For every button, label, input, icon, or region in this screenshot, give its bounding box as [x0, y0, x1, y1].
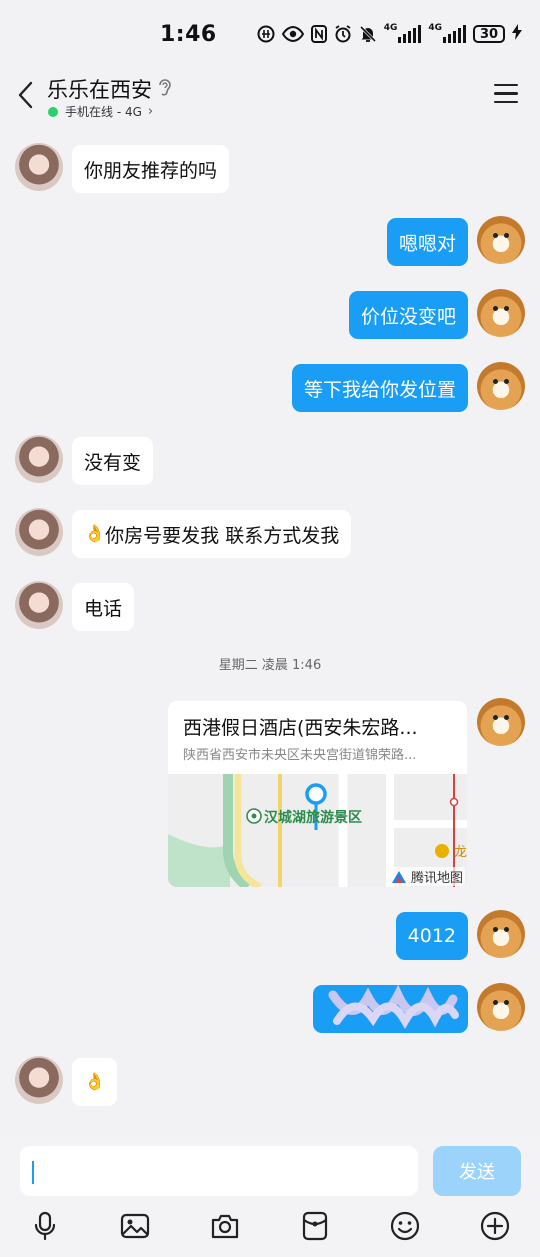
- message-bubble[interactable]: 4012: [395, 912, 468, 960]
- message-bubble[interactable]: 等下我给你发位置: [291, 364, 468, 412]
- chat-screen: 1:46 4G 4G 30 乐乐在西安 手机在线 - 4G › 你朋友推荐的吗 …: [0, 0, 540, 1257]
- battery-icon: 30: [473, 25, 505, 43]
- contact-avatar[interactable]: [15, 1056, 63, 1104]
- redacted-message-bubble[interactable]: [313, 985, 468, 1033]
- message-text: 价位没变吧: [360, 305, 456, 328]
- my-avatar[interactable]: [477, 983, 525, 1031]
- tencent-map-logo-icon: [391, 871, 411, 886]
- cellular-signal-2-icon: 4G: [428, 24, 466, 43]
- emoji-icon: [390, 1211, 420, 1241]
- message-text: 等下我给你发位置: [303, 378, 456, 401]
- camera-icon: [211, 1214, 239, 1239]
- chevron-right-icon: ›: [147, 104, 154, 119]
- status-time: 1:46: [160, 22, 217, 47]
- microphone-icon: [34, 1211, 56, 1241]
- message-text: 你朋友推荐的吗: [84, 159, 218, 182]
- map-provider-label: 腾讯地图: [388, 867, 465, 886]
- image-icon: [120, 1213, 150, 1239]
- message-bubble[interactable]: 你朋友推荐的吗: [72, 145, 230, 193]
- chat-header: 乐乐在西安 手机在线 - 4G ›: [0, 70, 540, 126]
- photo-button[interactable]: [119, 1210, 151, 1242]
- emoji-button[interactable]: [389, 1210, 421, 1242]
- nfc-icon: [310, 25, 327, 43]
- text-caret: [32, 1161, 34, 1184]
- contact-avatar[interactable]: [15, 508, 63, 556]
- more-button[interactable]: [479, 1210, 511, 1242]
- message-bubble[interactable]: 嗯嗯对: [386, 218, 468, 266]
- map-poi-label: 汉城湖旅游景区: [264, 810, 362, 826]
- charging-icon: [512, 24, 522, 44]
- my-avatar[interactable]: [477, 910, 525, 958]
- message-text: 电话: [84, 597, 123, 620]
- cellular-signal-1-icon: 4G: [384, 24, 422, 43]
- mute-icon: [359, 25, 377, 43]
- location-card[interactable]: 西港假日酒店(西安朱宏路... 陕西省西安市未央区未央宫街道锦荣路... 汉城湖…: [168, 701, 467, 887]
- ok-hand-emoji: 👌: [84, 524, 106, 544]
- input-toolbar: [0, 1208, 540, 1248]
- my-avatar[interactable]: [477, 698, 525, 746]
- my-avatar[interactable]: [477, 289, 525, 337]
- message-text: 你房号要发我 联系方式发我: [105, 524, 340, 547]
- my-avatar[interactable]: [477, 362, 525, 410]
- earpiece-mode-icon: [157, 78, 173, 98]
- plus-icon: [480, 1211, 510, 1241]
- timestamp-divider: 星期二 凌晨 1:46: [218, 658, 322, 673]
- message-input[interactable]: [20, 1146, 418, 1196]
- input-area: 发送: [0, 1138, 540, 1257]
- contact-name[interactable]: 乐乐在西安: [47, 74, 152, 104]
- menu-button[interactable]: [494, 84, 518, 104]
- message-text: 嗯嗯对: [398, 232, 456, 255]
- message-text: 没有变: [84, 451, 142, 474]
- contact-avatar[interactable]: [15, 581, 63, 629]
- red-packet-button[interactable]: [299, 1210, 331, 1242]
- red-packet-icon: [302, 1211, 328, 1241]
- location-title: 西港假日酒店(西安朱宏路...: [183, 717, 418, 739]
- status-bar: 1:46 4G 4G 30: [0, 0, 540, 70]
- online-status-text: 手机在线 - 4G: [65, 105, 142, 119]
- contact-avatar[interactable]: [15, 435, 63, 483]
- online-dot: [48, 106, 58, 117]
- my-avatar[interactable]: [477, 216, 525, 264]
- scribble-redaction: [328, 985, 459, 1030]
- ok-hand-emoji: 👌: [84, 1072, 106, 1092]
- message-bubble[interactable]: 电话: [72, 583, 135, 631]
- eye-icon: [281, 26, 304, 42]
- contact-avatar[interactable]: [15, 143, 63, 191]
- message-bubble[interactable]: 👌 你房号要发我 联系方式发我: [72, 510, 352, 558]
- voice-button[interactable]: [29, 1210, 61, 1242]
- chevron-left-icon: [18, 81, 33, 109]
- status-icons: 4G 4G 30: [257, 24, 522, 44]
- send-button[interactable]: 发送: [433, 1146, 521, 1196]
- message-text: 4012: [407, 925, 456, 947]
- message-bubble[interactable]: 👌: [72, 1058, 118, 1106]
- message-bubble[interactable]: 价位没变吧: [348, 291, 468, 339]
- back-button[interactable]: [14, 80, 38, 110]
- map-edge-label: 龙: [453, 845, 467, 860]
- online-status[interactable]: 手机在线 - 4G ›: [48, 103, 153, 120]
- data-usage-icon: [257, 25, 275, 43]
- camera-button[interactable]: [209, 1210, 241, 1242]
- message-bubble[interactable]: 没有变: [72, 437, 154, 485]
- location-address: 陕西省西安市未央区未央宫街道锦荣路...: [183, 748, 417, 763]
- map-preview: 汉城湖旅游景区 龙 腾讯地图: [168, 774, 467, 887]
- hamburger-icon: [494, 84, 518, 104]
- alarm-icon: [334, 25, 352, 43]
